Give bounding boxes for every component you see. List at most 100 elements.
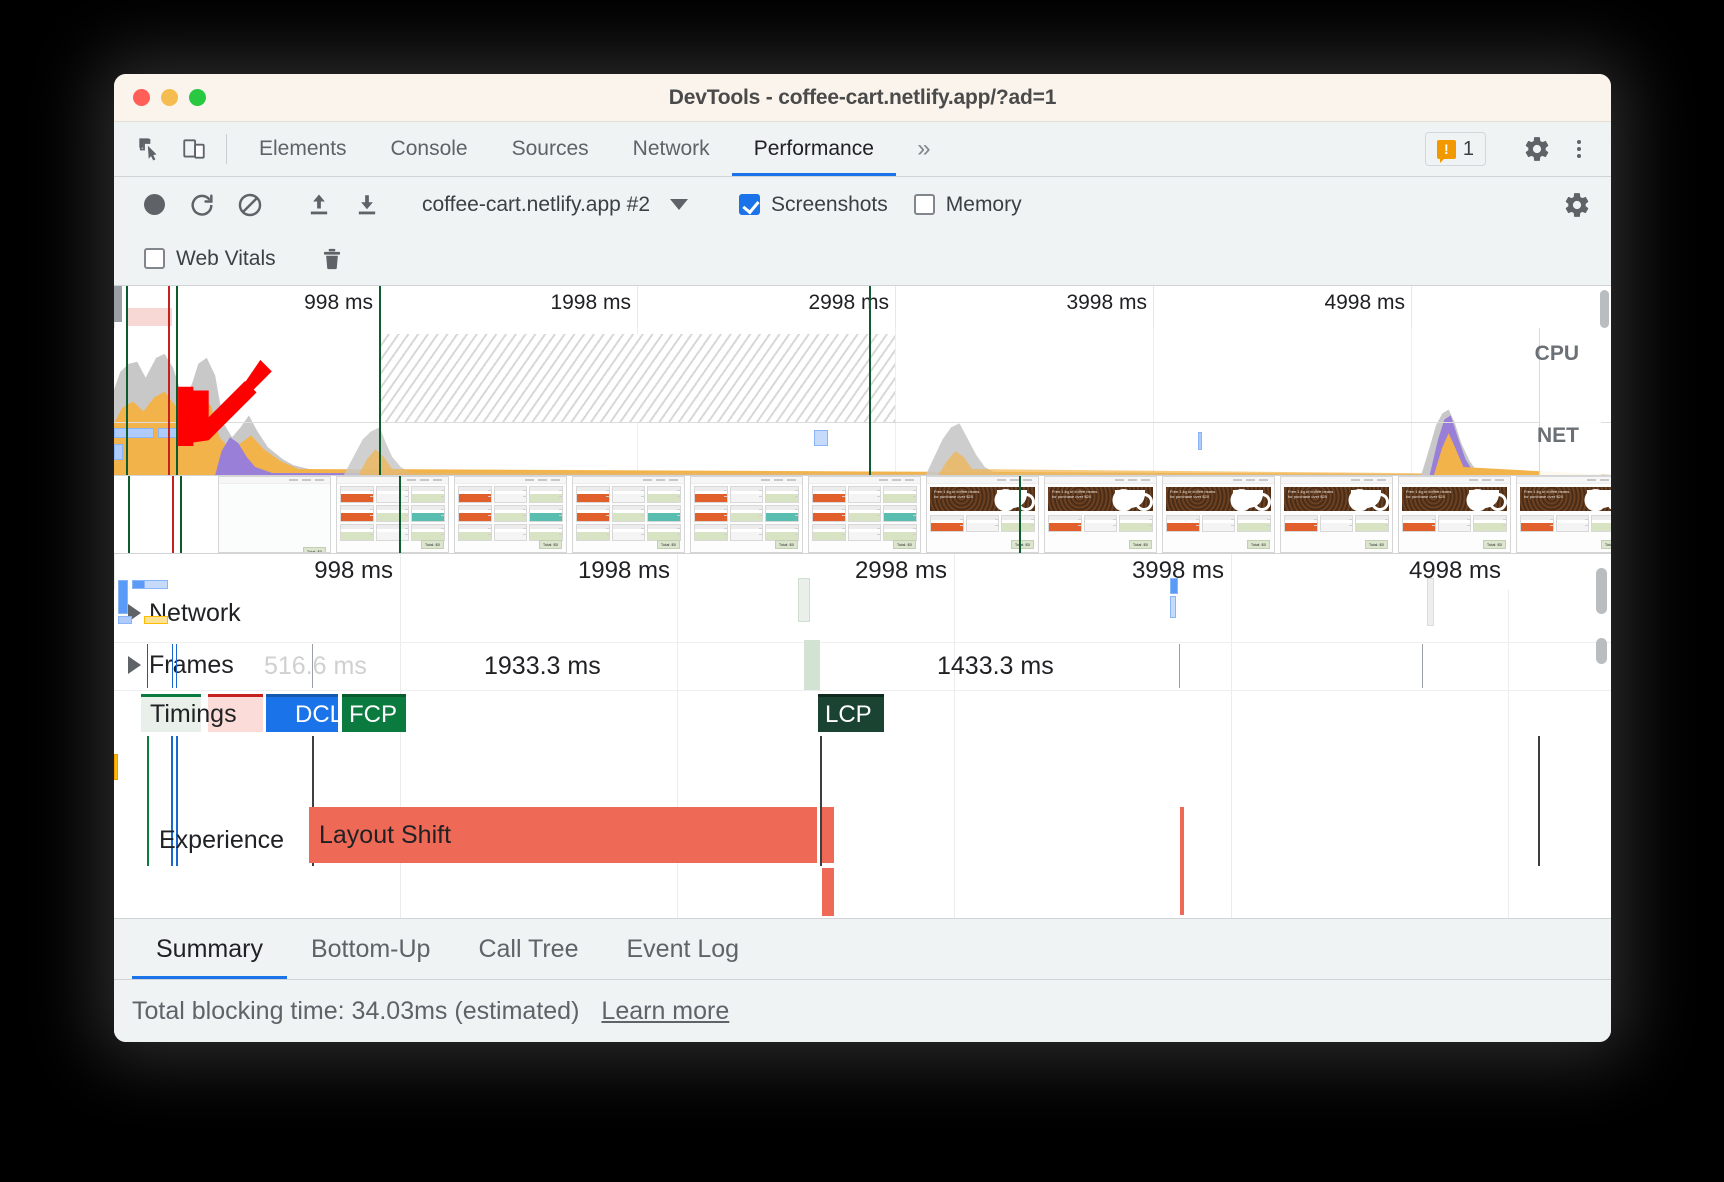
network-request-bar[interactable] [144,616,168,624]
filmstrip-frame[interactable]: Free 1 kg of coffee beans for purchase o… [1280,476,1393,553]
capture-settings-gear-icon[interactable] [1555,191,1599,219]
screenshots-checkbox[interactable] [739,194,761,215]
tab-sources[interactable]: Sources [490,122,611,176]
layout-shift-event[interactable] [1180,807,1184,915]
layout-shift-event[interactable]: Layout Shift [309,807,817,863]
learn-more-link[interactable]: Learn more [601,997,729,1026]
flame-chart[interactable]: 998 ms 1998 ms 2998 ms 3998 ms 4998 ms N… [114,554,1611,918]
memory-checkbox-row[interactable]: Memory [913,193,1022,217]
tab-label: Console [390,137,468,160]
device-toolbar-icon[interactable] [172,122,216,176]
overview-marker-line [176,286,178,475]
filmstrip-frame[interactable]: Total: $0 [454,476,567,553]
network-request-bar[interactable] [1427,578,1434,626]
layout-shift-event[interactable] [822,868,834,916]
filmstrip-frame[interactable]: Total: $0 [690,476,803,553]
track-network[interactable]: Network [114,592,1611,634]
chevron-double-right-icon: » [917,135,931,162]
overview-tick-label: 4998 ms [1324,291,1405,314]
inspect-element-icon[interactable] [128,122,172,176]
coffee-cup-image [997,490,1035,511]
overview-network-request [158,428,206,438]
timing-marker-dcl[interactable]: DCL [266,694,343,732]
network-request-bar[interactable] [118,580,128,614]
tab-summary[interactable]: Summary [132,919,287,980]
record-button[interactable] [130,194,178,215]
session-selector[interactable]: coffee-cart.netlify.app #2 [422,193,650,217]
tab-network[interactable]: Network [611,122,732,176]
tab-elements[interactable]: Elements [237,122,369,176]
flame-tick-label: 998 ms [314,557,393,584]
ad-banner-text: Free 1 kg of coffee beans for purchase o… [1288,489,1334,499]
filmstrip-frame[interactable]: Free 1 kg of coffee beans for purchase o… [1044,476,1157,553]
overview-legend-pane: CPU NET [1535,328,1601,475]
filmstrip-frame[interactable]: Total: $0 [336,476,449,553]
screenshots-label: Screenshots [771,192,888,216]
ad-banner-text: Free 1 kg of coffee beans for purchase o… [1524,489,1570,499]
trash-icon[interactable] [308,246,356,272]
filmstrip-frame[interactable]: Free 1 kg of coffee beans for purchase o… [926,476,1039,553]
devtools-tabstrip: Elements Console Sources Network Perform… [114,122,1611,177]
more-tabs-icon[interactable]: » [896,122,952,176]
tab-label: Call Tree [478,935,579,963]
filmstrip-frame[interactable]: Total: $0 [572,476,685,553]
timing-marker-fcp[interactable]: FCP [342,694,406,732]
devtools-window: DevTools - coffee-cart.netlify.app/?ad=1 [114,74,1611,1042]
more-options-icon[interactable] [1559,140,1599,158]
clear-button[interactable] [226,191,274,219]
layout-shift-event[interactable] [822,807,834,863]
tab-console[interactable]: Console [369,122,490,176]
screenshots-checkbox-row[interactable]: Screenshots [739,193,888,217]
flame-chart-scrollbar[interactable] [1596,568,1607,614]
network-request-bar[interactable] [118,616,132,624]
tab-call-tree[interactable]: Call Tree [454,919,602,980]
network-request-bar[interactable] [1170,578,1178,594]
issues-warning-badge[interactable]: 1 [1424,132,1486,166]
tab-label: Elements [259,137,347,160]
gear-icon[interactable] [1515,135,1559,163]
load-profile-button[interactable] [295,191,343,219]
ad-banner-text: Free 1 kg of coffee beans for purchase o… [1406,489,1452,499]
filmstrip-frame[interactable]: Total: $0 [808,476,921,553]
web-vitals-checkbox[interactable] [144,248,165,269]
experience-tick [114,754,118,780]
memory-checkbox[interactable] [913,194,935,215]
overview-tick-label: 2998 ms [808,291,889,314]
reload-and-record-button[interactable] [178,191,226,219]
session-name: coffee-cart.netlify.app #2 [422,192,651,216]
overview-network-request [114,428,154,438]
overview-scrollbar[interactable] [1600,290,1609,328]
overview-marker-line [126,286,128,475]
network-request-bar[interactable] [1170,596,1176,618]
flame-tick-label: 1998 ms [577,557,670,584]
filmstrip-frame[interactable]: Free 1 kg of coffee beans for purchase o… [1162,476,1275,553]
cpu-label: CPU [1534,342,1579,365]
flame-chart-ruler: 998 ms 1998 ms 2998 ms 3998 ms 4998 ms [114,554,1611,590]
overview-marker-line [168,286,170,475]
network-request-bar[interactable] [144,580,168,589]
filmstrip-cart-button-label: Total: $0 [1364,540,1388,549]
filmstrip-cart-button-label: Total: $0 [1010,540,1034,549]
frame-block[interactable] [804,640,820,690]
layout-shift-label: Layout Shift [319,820,452,849]
chevron-down-icon[interactable] [670,199,689,210]
network-request-bar[interactable] [798,578,810,622]
tab-event-log[interactable]: Event Log [603,919,764,980]
overview-tick-label: 1998 ms [550,291,631,314]
ad-banner-text: Free 1 kg of coffee beans for purchase o… [934,489,980,499]
screenshot-filmstrip[interactable]: Total: $0 Total: $0 Total: $0 Total: $0 … [114,476,1611,554]
flame-chart-scrollbar-thumb[interactable] [1596,638,1607,664]
tab-performance[interactable]: Performance [731,122,897,176]
total-blocking-time-text: Total blocking time: 34.03ms (estimated) [132,996,580,1025]
overview-dimmed-region [379,334,895,422]
filmstrip-frame[interactable]: Free 1 kg of coffee beans for purchase o… [1516,476,1611,553]
timing-marker-lcp[interactable]: LCP [818,694,884,732]
expand-frames-triangle-icon[interactable] [128,656,141,674]
timeline-overview[interactable]: 998 ms 1998 ms 2998 ms 3998 ms 4998 ms C… [114,286,1611,476]
save-profile-button[interactable] [343,191,391,219]
filmstrip-frame[interactable]: Free 1 kg of coffee beans for purchase o… [1398,476,1511,553]
tab-bottom-up[interactable]: Bottom-Up [287,919,454,980]
web-vitals-checkbox-row[interactable]: Web Vitals [144,247,276,271]
filmstrip-frame[interactable]: Total: $0 [218,476,331,553]
track-timings-label: Timings [150,700,237,728]
